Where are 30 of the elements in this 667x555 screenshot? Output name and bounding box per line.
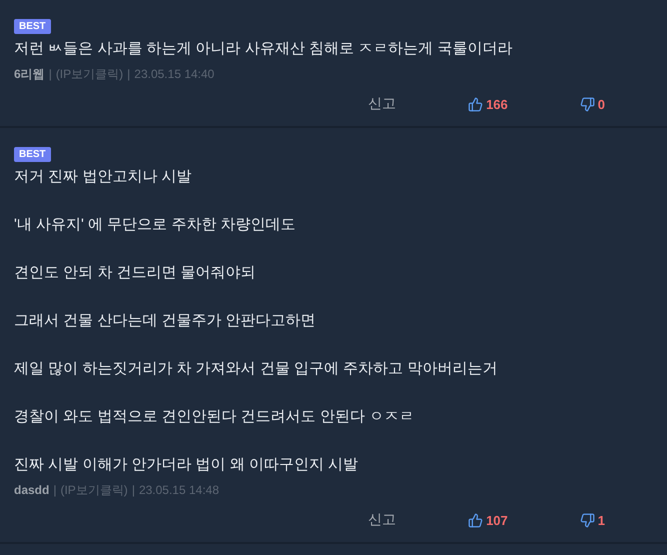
comment-text: 저런 ㅄ들은 사과를 하는게 아니라 사유재산 침해로 ㅈㄹ하는게 국룰이더라 <box>14 39 514 59</box>
ip-link[interactable]: (IP보기클릭) <box>56 64 124 84</box>
comment-date: 23.05.15 14:40 <box>134 66 214 83</box>
like-button[interactable]: 166 <box>468 96 508 112</box>
comment-text: 그래서 건물 산다는데 건물주가 안판다고하면 <box>14 311 317 331</box>
thumbs-down-icon <box>580 512 595 528</box>
comment-text: 견인도 안되 차 건드리면 물어줘야되 <box>14 263 257 283</box>
report-button[interactable]: 신고 <box>368 511 396 529</box>
comment-text: 저거 진짜 법안고치나 시발 <box>14 167 193 187</box>
dislike-button[interactable]: 1 <box>580 512 605 528</box>
thumbs-down-icon <box>580 96 595 112</box>
like-button[interactable]: 107 <box>468 512 508 528</box>
thumbs-up-icon <box>468 96 484 112</box>
thumbs-up-icon <box>468 512 484 528</box>
comment-date: 23.05.15 14:48 <box>138 482 220 499</box>
separator: | <box>127 66 130 83</box>
ip-link[interactable]: (IP보기클릭) <box>60 480 128 500</box>
separator: | <box>132 482 135 499</box>
best-badge: BEST <box>14 19 51 34</box>
report-button[interactable]: 신고 <box>368 95 396 113</box>
comment-text: '내 사유지' 에 무단으로 주차한 차량인데도 <box>14 215 297 235</box>
author-name: 6리웹 <box>14 66 45 83</box>
separator: | <box>53 482 56 499</box>
dislike-button[interactable]: 0 <box>580 96 605 112</box>
separator: | <box>48 66 52 83</box>
comment-text: 진짜 시발 이해가 안가더라 법이 왜 이따구인지 시발 <box>14 455 360 475</box>
author-name: dasdd <box>14 482 50 499</box>
best-badge: BEST <box>14 147 51 162</box>
comment-text: 경찰이 와도 법적으로 견인안된다 건드려서도 안된다 ㅇㅈㄹ <box>14 407 416 427</box>
comment-text: 제일 많이 하는짓거리가 차 가져와서 건물 입구에 주차하고 막아버리는거 <box>14 359 498 379</box>
